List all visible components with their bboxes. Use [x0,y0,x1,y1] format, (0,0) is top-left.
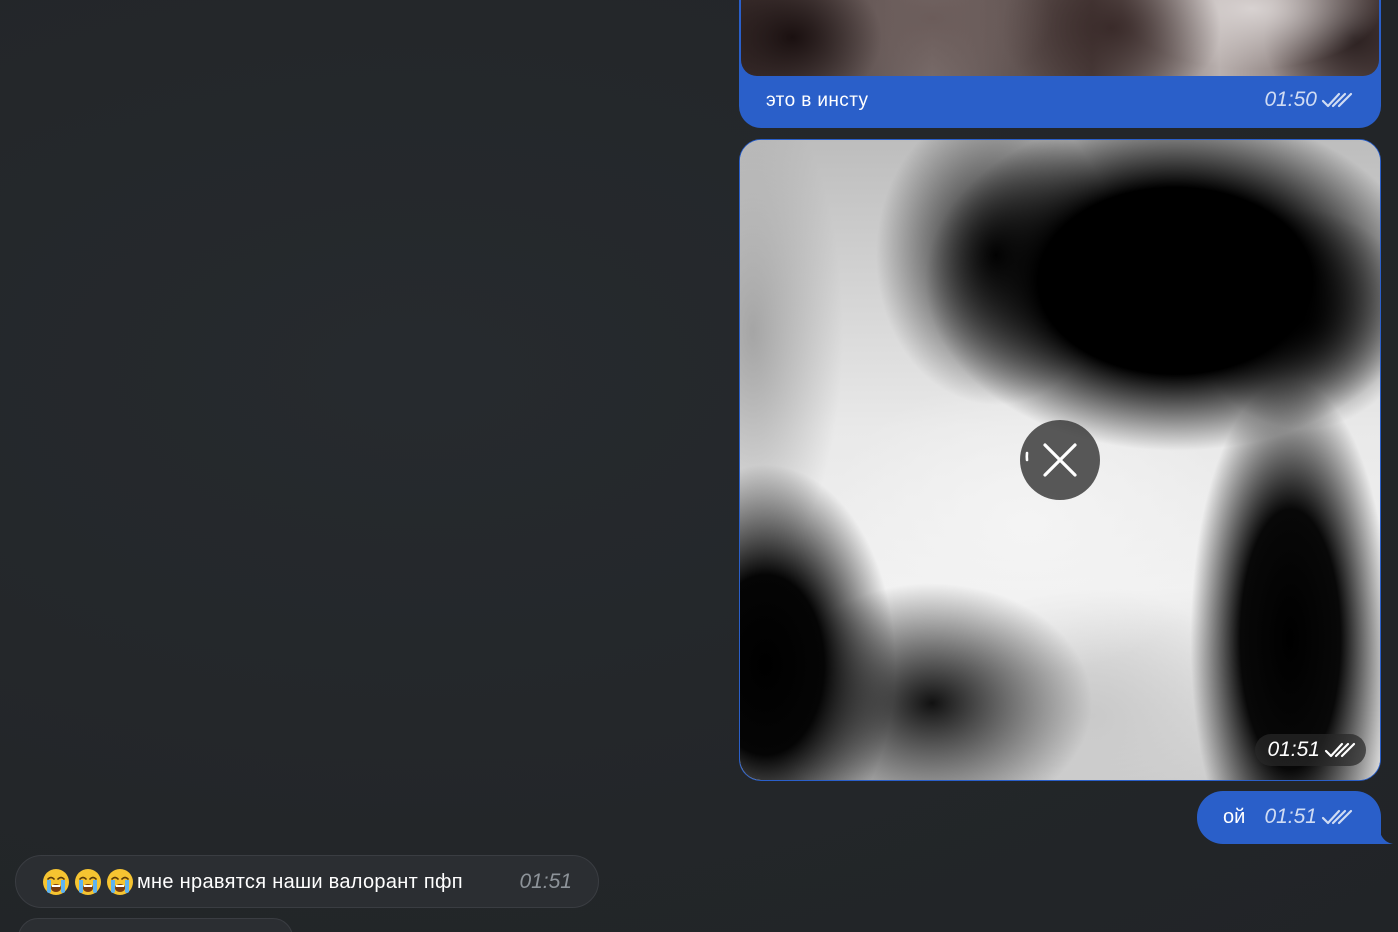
photo-time-badge: 01:51 [1255,734,1366,766]
message-meta: 01:50 [1264,88,1353,112]
message-time: 01:51 [519,870,572,893]
outgoing-photo-message[interactable]: это в инсту 01:50 [739,0,1381,128]
chat-area[interactable]: это в инсту 01:50 01:51 ой 01:51 мне нра… [0,0,1398,932]
message-time: 01:51 [1267,738,1320,761]
message-text: мне нравятся наши валорант пфп [137,871,463,893]
cancel-download-button[interactable] [1020,420,1100,500]
incoming-text-message[interactable]: мне нравятся наши валорант пфп 01:51 [15,855,599,908]
message-meta: 01:51 [1264,805,1353,829]
loudly-crying-face-icon [43,869,69,895]
message-caption: это в инсту [766,90,869,111]
double-check-icon [1321,92,1353,108]
loudly-crying-face-icon [75,869,101,895]
message-time: 01:50 [1264,88,1317,111]
emoji-group [42,868,134,896]
message-time: 01:51 [1264,805,1317,828]
incoming-message-partial[interactable] [18,918,293,932]
bubble-tail [1369,824,1393,844]
outgoing-text-message[interactable]: ой 01:51 [1197,791,1393,844]
cancel-download-icon [1025,443,1077,477]
outgoing-photo-loading[interactable]: 01:51 [739,139,1381,781]
message-photo-thumbnail[interactable] [741,0,1379,76]
message-text: ой [1223,806,1246,828]
loudly-crying-face-icon [107,869,133,895]
double-check-icon [1321,809,1353,825]
double-check-icon [1324,742,1356,758]
